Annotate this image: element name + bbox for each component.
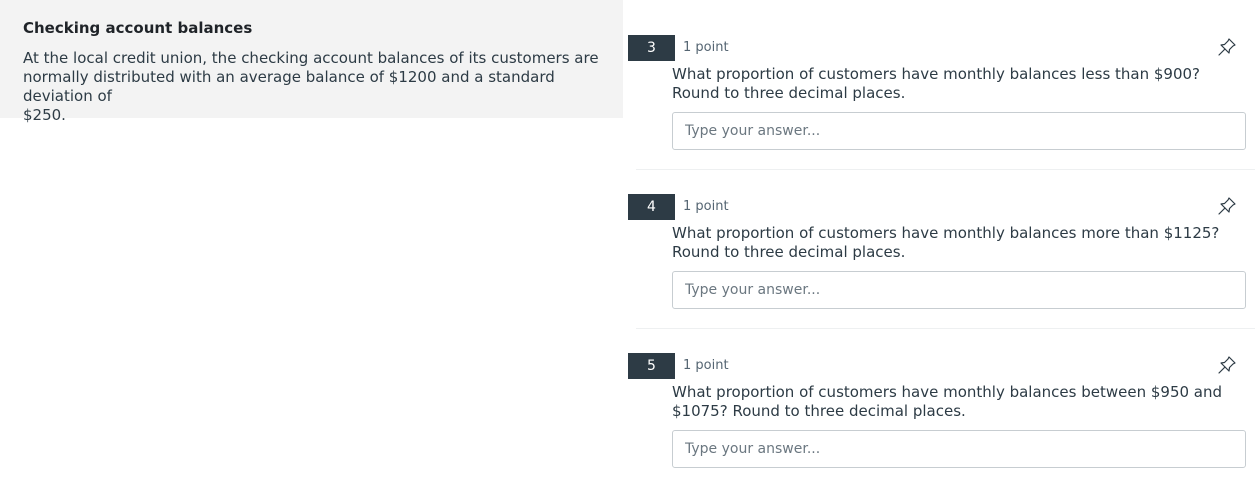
question-text: What proportion of customers have monthl… (672, 224, 1220, 261)
answer-input[interactable] (672, 112, 1246, 150)
pin-icon[interactable] (1216, 36, 1238, 58)
pin-icon[interactable] (1216, 195, 1238, 217)
question-number: 3 (628, 35, 675, 61)
quiz-page: Checking account balances At the local c… (0, 0, 1255, 496)
question-divider (636, 328, 1255, 329)
answer-input[interactable] (672, 430, 1246, 468)
question-number: 5 (628, 353, 675, 379)
question-4: 4 1 point What proportion of customers h… (628, 194, 1255, 334)
question-points: 1 point (683, 358, 729, 373)
pin-icon[interactable] (1216, 354, 1238, 376)
passage-text: At the local credit union, the checking … (23, 49, 599, 124)
question-number: 4 (628, 194, 675, 220)
question-text: What proportion of customers have monthl… (672, 383, 1223, 420)
passage-title: Checking account balances (23, 19, 253, 37)
answer-input[interactable] (672, 271, 1246, 309)
passage-panel: Checking account balances At the local c… (0, 0, 623, 124)
question-divider (636, 169, 1255, 170)
question-points: 1 point (683, 40, 729, 55)
question-3: 3 1 point What proportion of customers h… (628, 35, 1255, 175)
question-text: What proportion of customers have monthl… (672, 65, 1201, 102)
question-points: 1 point (683, 199, 729, 214)
question-5: 5 1 point What proportion of customers h… (628, 353, 1255, 493)
